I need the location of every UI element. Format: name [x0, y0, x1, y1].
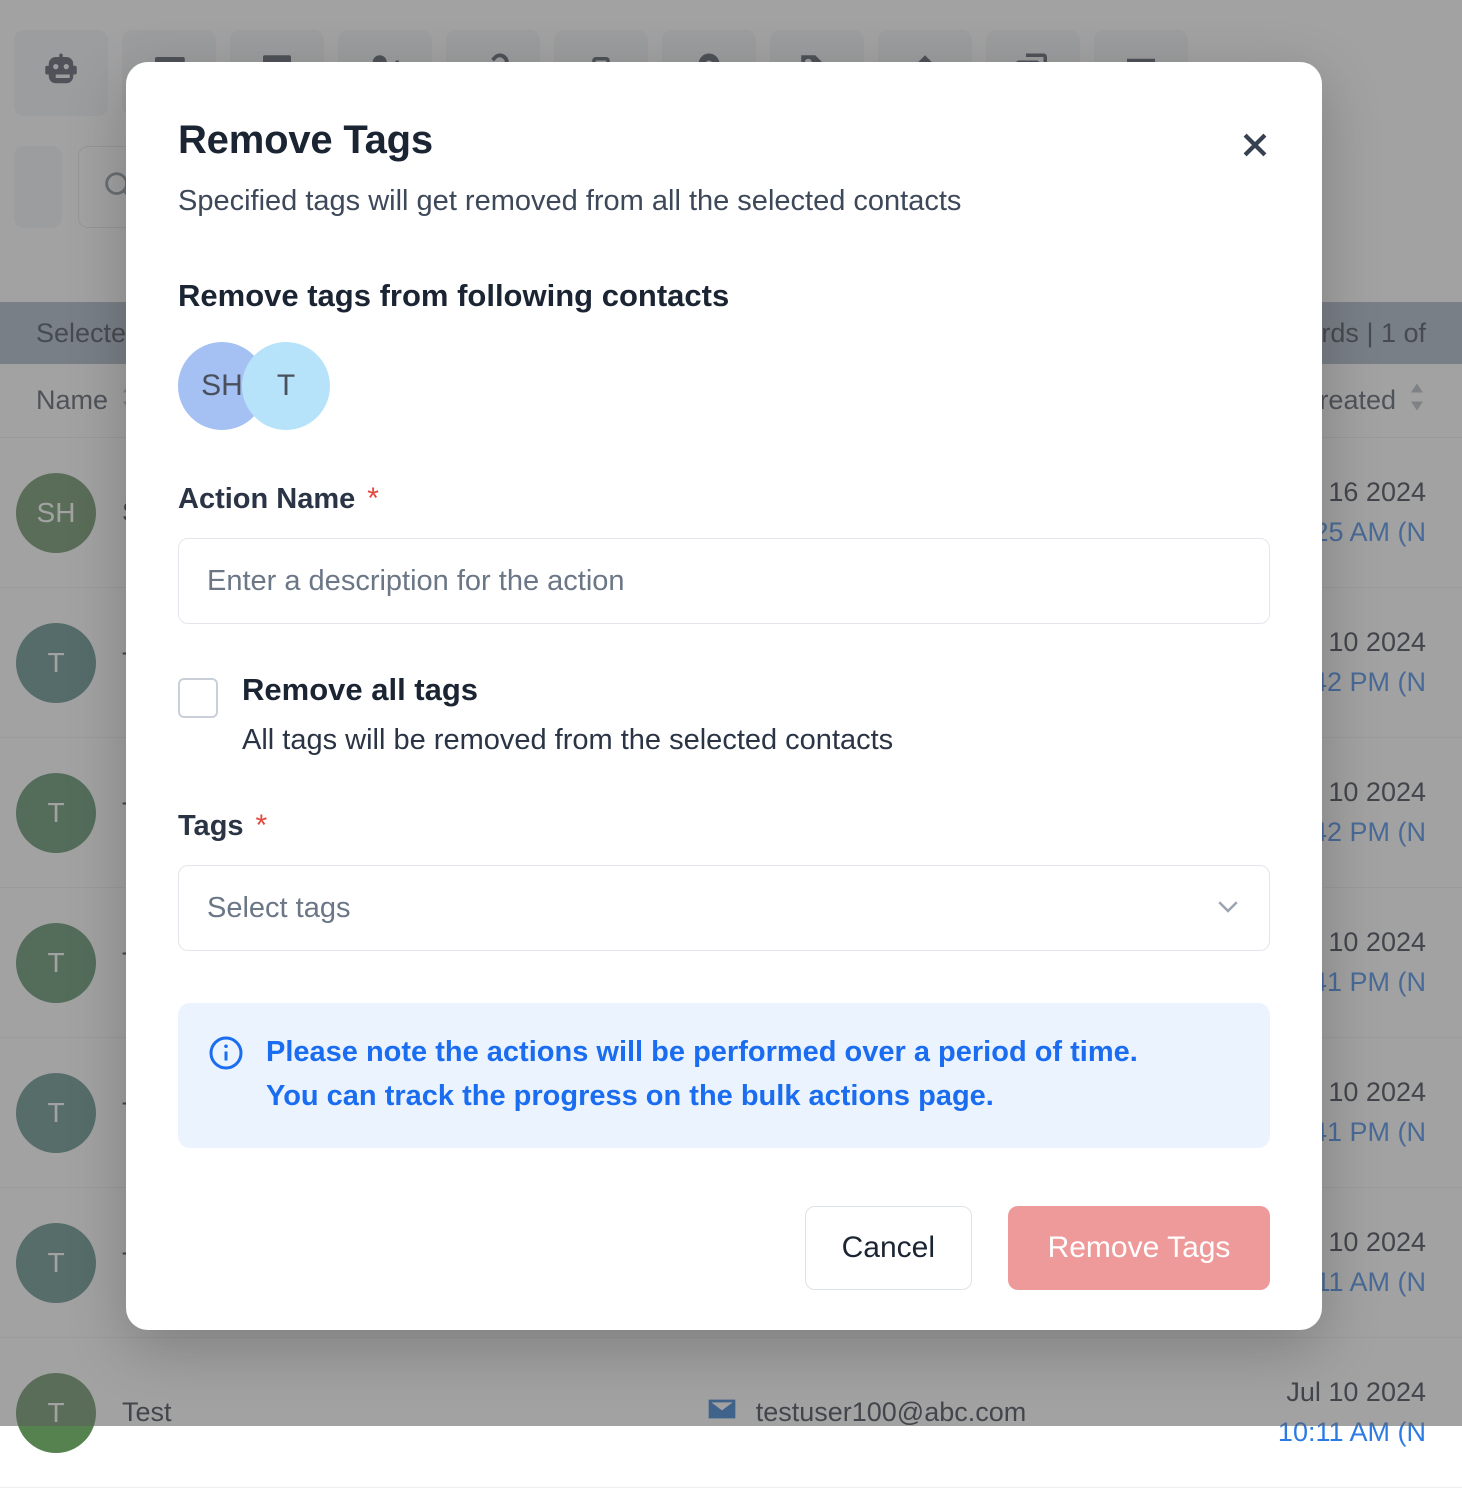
dialog-actions: Cancel Remove Tags [178, 1206, 1270, 1290]
avatar: T [242, 342, 330, 430]
remove-all-tags-label: Remove all tags [242, 672, 893, 708]
remove-tags-dialog: Remove Tags Specified tags will get remo… [126, 62, 1322, 1330]
remove-tags-button[interactable]: Remove Tags [1008, 1206, 1270, 1290]
dialog-subtitle: Specified tags will get removed from all… [178, 185, 1270, 218]
info-notice: Please note the actions will be performe… [178, 1003, 1270, 1148]
required-marker: * [367, 482, 379, 516]
tags-select-value: Select tags [207, 892, 350, 925]
action-name-label: Action Name * [178, 482, 1270, 516]
selected-contacts-avatars: SHT [178, 342, 1270, 430]
tags-select[interactable]: Select tags [178, 865, 1270, 951]
action-name-input[interactable] [178, 538, 1270, 624]
chevron-down-icon [1213, 891, 1243, 926]
remove-all-tags-checkbox[interactable] [178, 678, 218, 718]
info-icon [208, 1031, 244, 1076]
dialog-title: Remove Tags [178, 118, 1270, 163]
info-notice-text: Please note the actions will be performe… [266, 1031, 1156, 1118]
tags-label: Tags * [178, 809, 1270, 843]
close-icon[interactable] [1232, 122, 1278, 168]
remove-all-tags-help: All tags will be removed from the select… [242, 724, 893, 757]
contacts-section-title: Remove tags from following contacts [178, 278, 1270, 314]
cancel-button[interactable]: Cancel [805, 1206, 972, 1290]
remove-all-tags-row: Remove all tags All tags will be removed… [178, 672, 1270, 757]
dialog-header: Remove Tags [178, 118, 1270, 163]
required-marker: * [256, 809, 268, 843]
